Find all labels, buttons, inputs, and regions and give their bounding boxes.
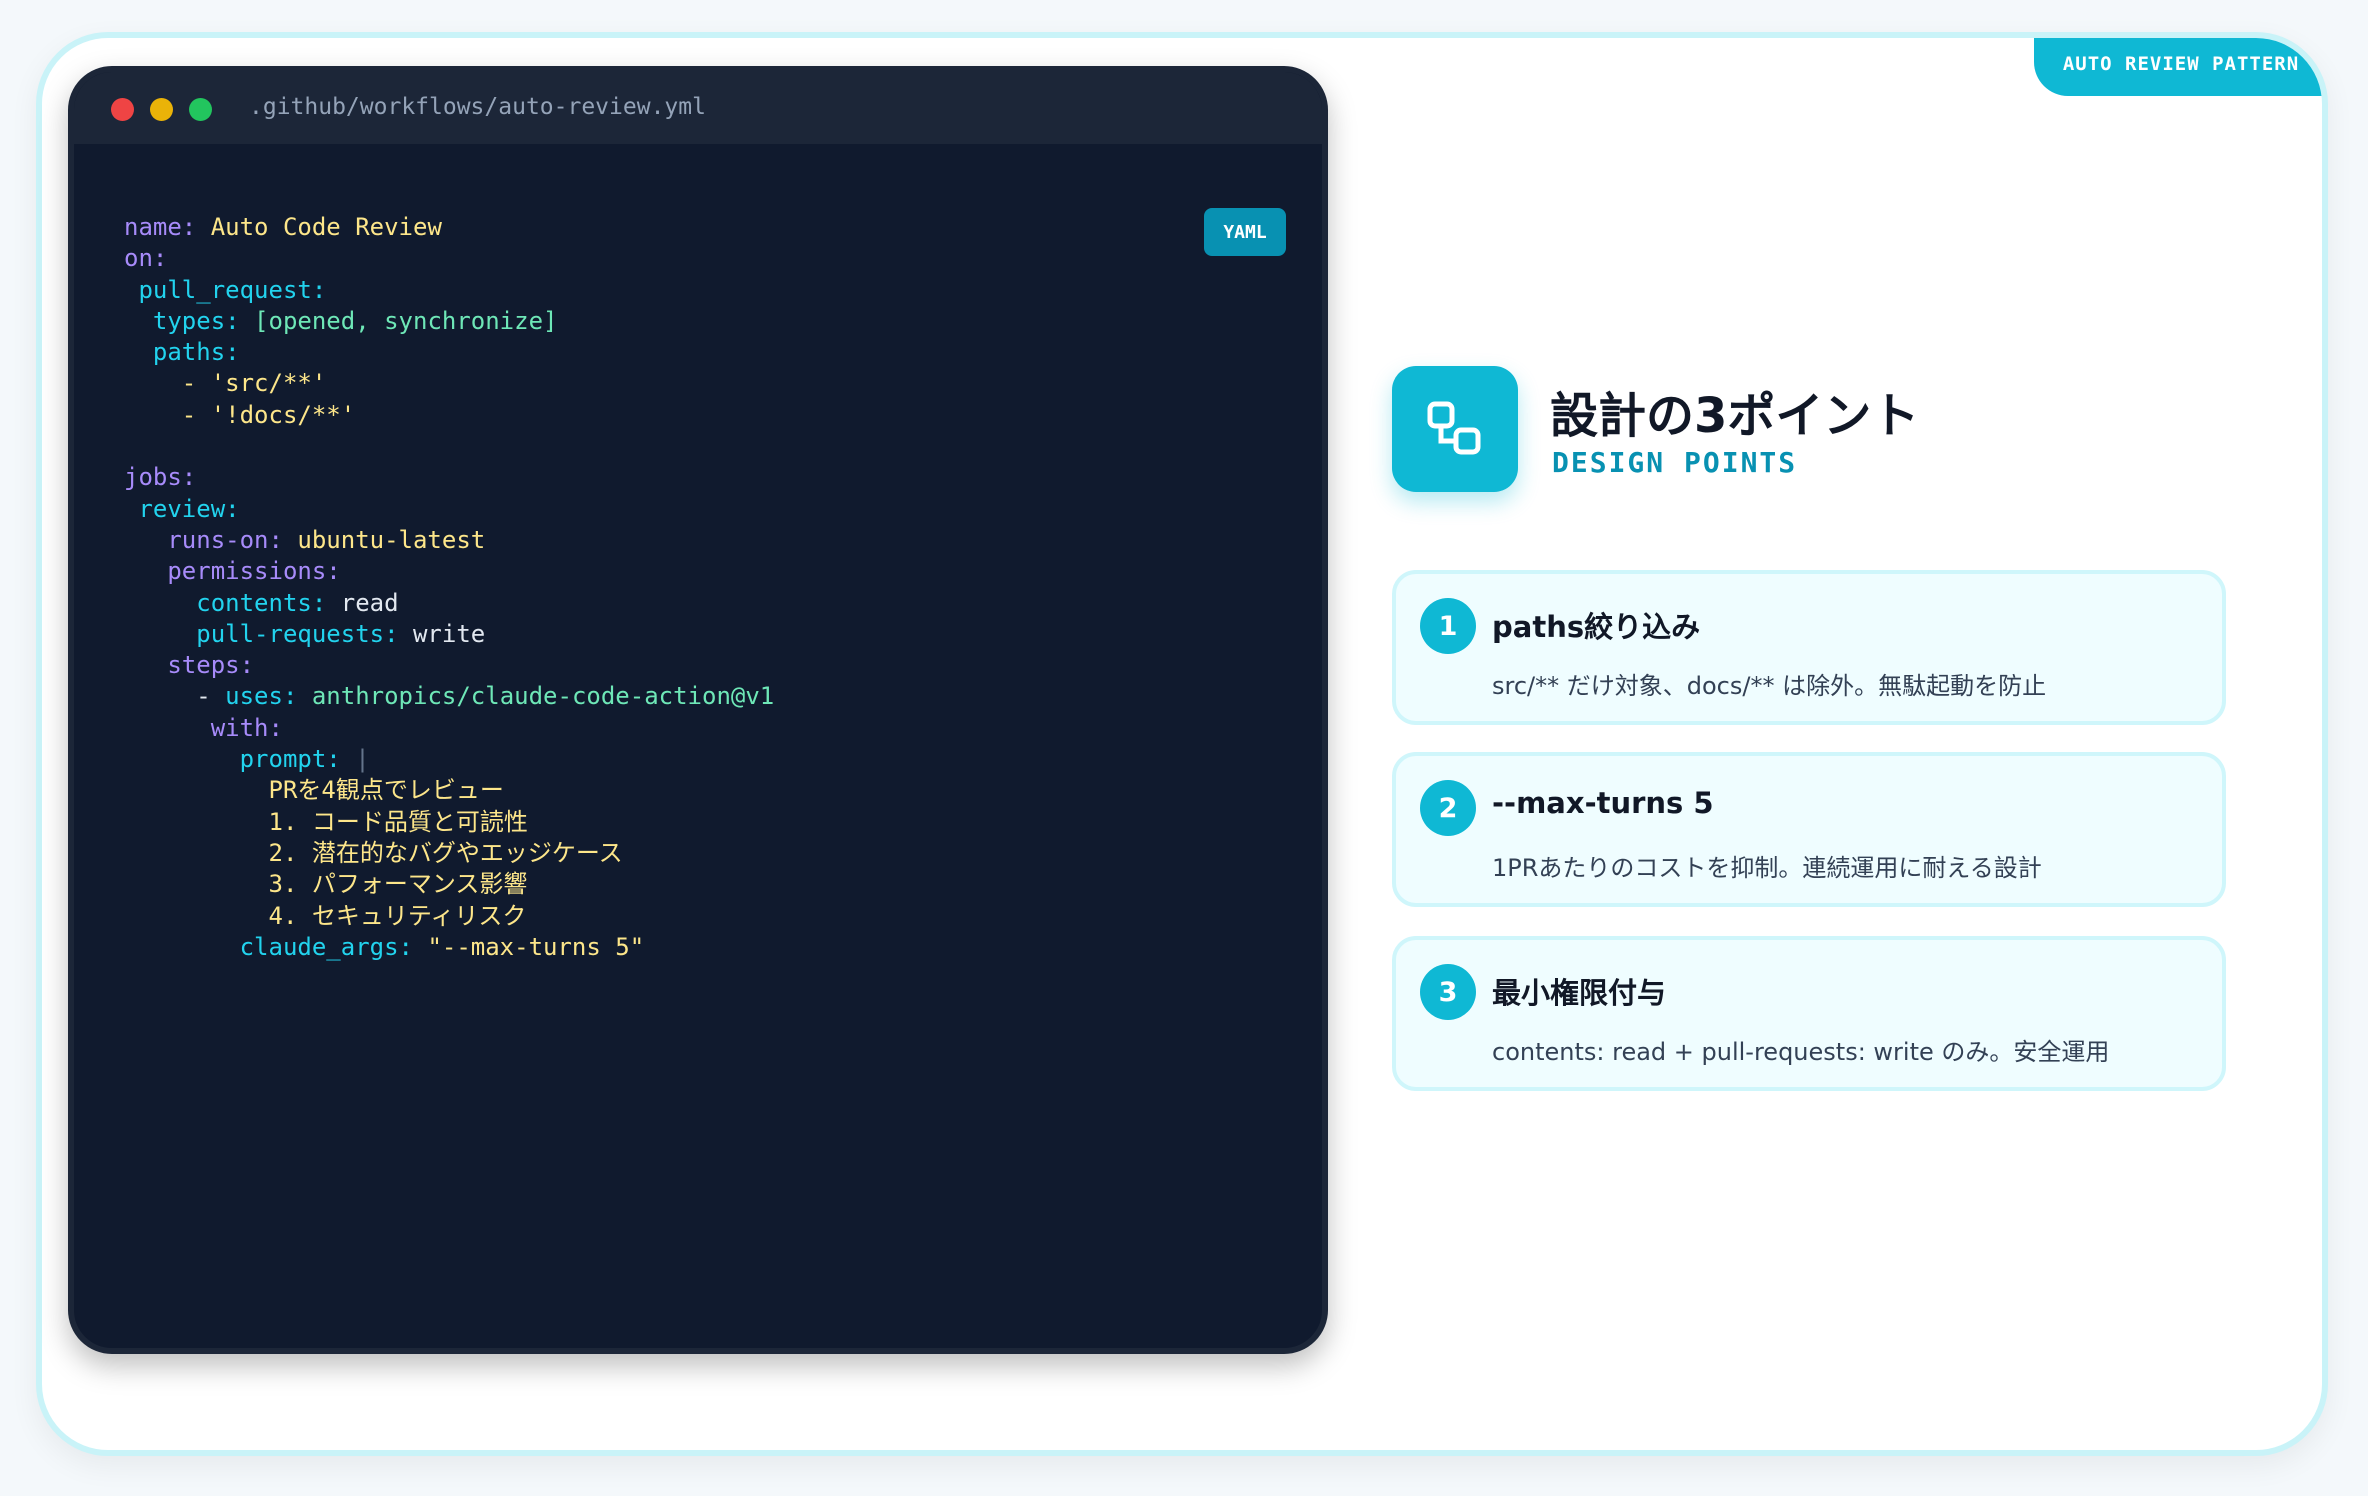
code-line: contents: read (124, 588, 774, 619)
code-token: 2. 潜在的なバグやエッジケース (124, 838, 623, 867)
code-token: '!docs/**' (210, 400, 356, 429)
code-token: 'src/**' (210, 369, 327, 398)
code-token: 4. セキュリティリスク (124, 901, 527, 930)
language-badge: YAML (1204, 208, 1286, 256)
code-token: 1. コード品質と可読性 (124, 807, 528, 836)
code-line: PRを4観点でレビュー (124, 775, 774, 806)
code-line: 3. パフォーマンス影響 (124, 869, 774, 900)
code-line: - uses: anthropics/claude-code-action@v1 (124, 681, 774, 712)
code-line: with: (124, 713, 774, 744)
code-token: contents: (124, 588, 341, 617)
code-line: review: (124, 494, 774, 525)
code-token: [opened, synchronize] (254, 306, 558, 335)
code-token: pull-requests: (124, 619, 413, 648)
point-title: paths絞り込み (1492, 610, 1701, 644)
design-point-2: 2 --max-turns 5 1PRあたりのコストを抑制。連続運用に耐える設計 (1392, 752, 2226, 907)
code-token: runs-on: (124, 525, 298, 554)
point-description: src/** だけ対象、docs/** は除外。無駄起動を防止 (1492, 672, 2047, 700)
code-token: "--max-turns 5" (427, 932, 645, 961)
code-token: steps: (124, 651, 255, 680)
point-title: 最小権限付与 (1492, 976, 1667, 1010)
design-point-1: 1 paths絞り込み src/** だけ対象、docs/** は除外。無駄起動… (1392, 570, 2226, 725)
code-token: with: (124, 713, 283, 742)
section-title: 設計の3ポイント (1550, 388, 1920, 444)
code-token: Auto Code Review (210, 213, 442, 241)
code-token: name: (124, 213, 211, 241)
code-line: steps: (124, 650, 774, 681)
code-token: permissions: (124, 557, 341, 586)
maximize-dot-icon[interactable] (189, 98, 212, 121)
workflow-nodes-icon (1392, 366, 1518, 492)
code-token: - (124, 369, 211, 398)
code-token: - (124, 400, 211, 429)
minimize-dot-icon[interactable] (150, 98, 173, 121)
code-line: - 'src/**' (124, 368, 774, 399)
code-token: pull_request: (124, 275, 327, 304)
code-line: 1. コード品質と可読性 (124, 807, 774, 838)
window-titlebar: .github/workflows/auto-review.yml (74, 72, 1322, 144)
code-line: types: [opened, synchronize] (124, 306, 774, 337)
design-point-3: 3 最小権限付与 contents: read + pull-requests:… (1392, 936, 2226, 1091)
code-line: name: Auto Code Review (124, 212, 774, 243)
code-token: write (412, 619, 486, 648)
point-description: 1PRあたりのコストを抑制。連続運用に耐える設計 (1492, 854, 2042, 882)
code-token: anthropics/claude-code-action@v1 (311, 682, 775, 711)
pattern-tag: AUTO REVIEW PATTERN (2034, 38, 2322, 96)
code-line: 4. セキュリティリスク (124, 901, 774, 932)
code-line: paths: (124, 337, 774, 368)
code-line: permissions: (124, 556, 774, 587)
code-line: pull_request: (124, 275, 774, 306)
code-token: types: (124, 306, 255, 335)
code-token: on: (124, 244, 168, 273)
point-title: --max-turns 5 (1492, 786, 1714, 820)
code-token: claude_args: (124, 932, 428, 961)
code-line: prompt: | (124, 744, 774, 775)
file-name: .github/workflows/auto-review.yml (249, 94, 706, 120)
code-token: read (340, 588, 399, 617)
code-token: 3. パフォーマンス影響 (124, 870, 528, 899)
code-line: pull-requests: write (124, 619, 774, 650)
point-number-badge: 2 (1420, 780, 1476, 836)
code-token: jobs: (124, 463, 197, 492)
code-window: .github/workflows/auto-review.yml YAML n… (68, 66, 1328, 1354)
code-line: claude_args: "--max-turns 5" (124, 932, 774, 963)
code-token: | (355, 745, 370, 774)
code-line: 2. 潜在的なバグやエッジケース (124, 838, 774, 869)
code-token: ubuntu-latest (297, 525, 486, 554)
point-number-badge: 1 (1420, 598, 1476, 654)
point-number-badge: 3 (1420, 964, 1476, 1020)
code-line: runs-on: ubuntu-latest (124, 525, 774, 556)
code-token: - (124, 682, 226, 711)
code-line: jobs: (124, 462, 774, 493)
point-description: contents: read + pull-requests: write のみ… (1492, 1038, 2110, 1066)
code-token: uses: (225, 682, 312, 711)
section-subtitle: DESIGN POINTS (1552, 446, 1798, 479)
code-token: prompt: (124, 745, 356, 774)
code-line: on: (124, 243, 774, 274)
code-block: name: Auto Code Review on: pull_request: … (124, 212, 774, 963)
code-token: review: (124, 494, 240, 523)
close-dot-icon[interactable] (111, 98, 134, 121)
code-token: PRを4観点でレビュー (124, 776, 504, 805)
code-line: - '!docs/**' (124, 400, 774, 431)
code-token: paths: (124, 338, 240, 367)
